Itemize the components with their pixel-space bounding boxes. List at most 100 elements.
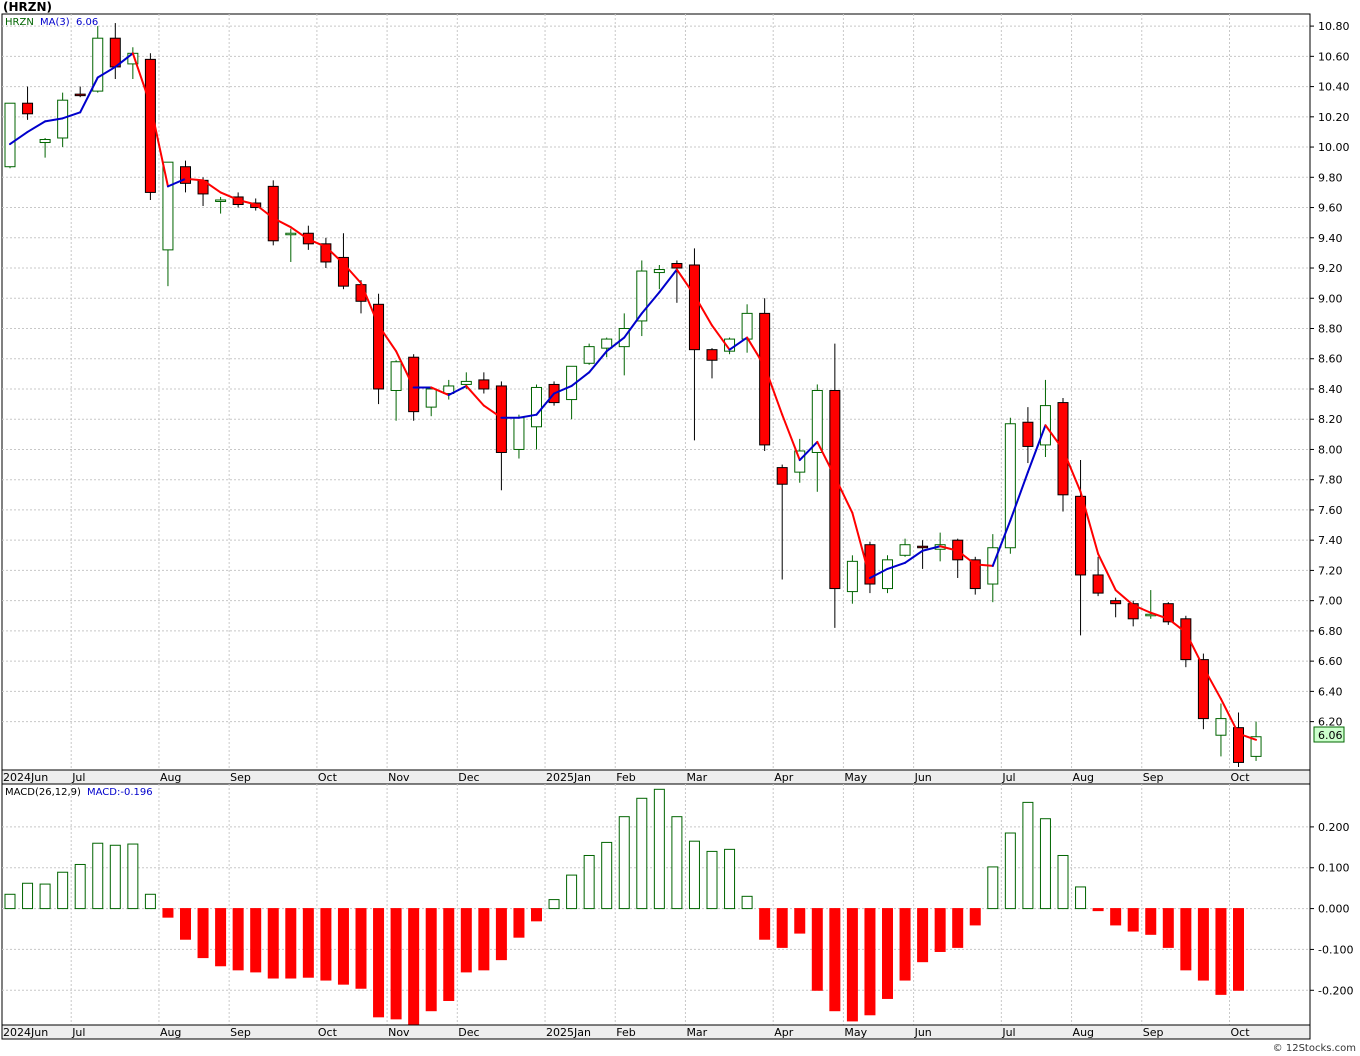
- macd-bar: [302, 908, 314, 978]
- candle-body: [776, 467, 788, 485]
- price-x-axis-strip: [1, 769, 1311, 785]
- candle-body: [1092, 574, 1104, 594]
- candle-body: [846, 560, 858, 593]
- price-x-tick-label: Nov: [388, 771, 410, 784]
- price-x-tick-label: Mar: [686, 771, 707, 784]
- price-y-tick-label: 8.40: [1318, 383, 1343, 396]
- candle-body: [653, 269, 665, 274]
- candle-body: [759, 312, 771, 446]
- price-y-tick-label: 8.60: [1318, 353, 1343, 366]
- macd-legend-indicator: MACD(26,12,9): [5, 787, 81, 798]
- macd-bar: [1075, 886, 1087, 910]
- price-x-tick-label: Feb: [616, 771, 635, 784]
- candle-body: [601, 338, 613, 349]
- macd-x-tick-label: Sep: [1143, 1026, 1164, 1039]
- price-x-tick-label: Aug: [1073, 771, 1094, 784]
- macd-bar: [215, 908, 227, 967]
- macd-bar: [811, 908, 823, 991]
- macd-bar: [39, 883, 51, 910]
- macd-bar: [952, 908, 964, 948]
- macd-x-tick-label: Dec: [458, 1026, 479, 1039]
- macd-bar: [531, 908, 542, 922]
- macd-x-tick-label: May: [844, 1026, 867, 1039]
- price-x-tick-label: Oct: [318, 771, 338, 784]
- price-y-tick-label: 7.40: [1318, 534, 1343, 547]
- candle-body: [583, 346, 595, 364]
- macd-bar: [390, 908, 402, 1020]
- price-y-tick-label: 10.40: [1318, 81, 1350, 94]
- macd-bar: [495, 908, 507, 961]
- macd-bar: [846, 908, 858, 1022]
- candle-body: [531, 386, 542, 428]
- macd-bar: [636, 797, 648, 910]
- price-y-tick-label: 10.60: [1318, 50, 1350, 63]
- macd-x-tick-label: Jul: [71, 1026, 85, 1039]
- price-x-tick-label: May: [844, 771, 867, 784]
- candle-body: [899, 544, 911, 556]
- macd-bar: [1004, 832, 1016, 910]
- macd-y-tick-label: -0.100: [1318, 943, 1353, 956]
- macd-x-tick-label: Aug: [160, 1026, 181, 1039]
- macd-bar: [92, 842, 104, 910]
- macd-bar: [671, 816, 683, 910]
- macd-x-tick-label: 2025Jan: [546, 1026, 591, 1039]
- price-x-tick-label: 2025Jan: [546, 771, 591, 784]
- price-y-tick-label: 6.80: [1318, 625, 1343, 638]
- candle-body: [162, 161, 174, 251]
- candle-body: [882, 559, 893, 590]
- macd-y-tick-label: -0.200: [1318, 984, 1353, 997]
- candle-body: [829, 389, 841, 590]
- candle-body: [39, 138, 51, 144]
- macd-bar: [1092, 908, 1104, 912]
- candle-body: [267, 185, 279, 242]
- macd-x-tick-label: Oct: [1231, 1026, 1251, 1039]
- macd-x-tick-label: Sep: [230, 1026, 251, 1039]
- macd-bar: [1162, 908, 1174, 948]
- candle-body: [478, 379, 490, 390]
- candle-body: [706, 349, 718, 361]
- price-y-tick-label: 8.80: [1318, 322, 1343, 335]
- price-y-tick-label: 8.20: [1318, 413, 1343, 426]
- price-panel-frame: [1, 13, 1311, 771]
- macd-bar: [373, 908, 385, 1018]
- macd-bar: [829, 908, 841, 1012]
- stock-chart: 10.80 10.60 10.40 10.20 10.00 9.80 9.60 9.40 9.2…: [0, 0, 1360, 1056]
- candle-body: [513, 417, 525, 450]
- price-x-tick-label: Dec: [458, 771, 479, 784]
- candle-body: [215, 199, 227, 202]
- watermark: © 12Stocks.com: [1273, 1043, 1356, 1054]
- candle-body: [425, 388, 437, 408]
- macd-bar: [513, 908, 525, 938]
- macd-bar: [57, 871, 69, 910]
- candle-body: [144, 58, 156, 193]
- macd-x-tick-label: Jul: [1001, 1026, 1015, 1039]
- macd-x-tick-label: Aug: [1073, 1026, 1094, 1039]
- price-y-tick-label: 7.60: [1318, 504, 1343, 517]
- macd-bar: [969, 908, 981, 926]
- price-y-tick-label: 9.80: [1318, 171, 1343, 184]
- macd-bar: [478, 908, 490, 971]
- price-x-tick-label: Jul: [1001, 771, 1015, 784]
- candle-body: [408, 356, 420, 413]
- macd-y-tick-label: 0.100: [1318, 862, 1350, 875]
- macd-bar: [864, 908, 876, 1016]
- macd-bar: [776, 908, 788, 948]
- macd-bar: [1127, 908, 1139, 932]
- candle-body: [917, 545, 929, 549]
- macd-bar: [337, 908, 349, 985]
- candle-body: [1215, 718, 1227, 736]
- price-y-tick-label: 10.00: [1318, 141, 1350, 154]
- candle-body: [460, 380, 472, 385]
- macd-bar: [934, 908, 946, 952]
- price-y-tick-label: 7.80: [1318, 474, 1343, 487]
- price-y-tick-label: 7.00: [1318, 595, 1343, 608]
- macd-bar: [144, 893, 156, 910]
- price-x-tick-label: Oct: [1231, 771, 1251, 784]
- macd-bar: [1197, 908, 1209, 981]
- candle-body: [22, 102, 34, 115]
- price-y-tick-label: 6.60: [1318, 655, 1343, 668]
- macd-bar: [794, 908, 806, 934]
- macd-bar: [1215, 908, 1227, 995]
- candle-body: [390, 361, 402, 391]
- macd-legend-value: MACD:-0.196: [87, 787, 153, 798]
